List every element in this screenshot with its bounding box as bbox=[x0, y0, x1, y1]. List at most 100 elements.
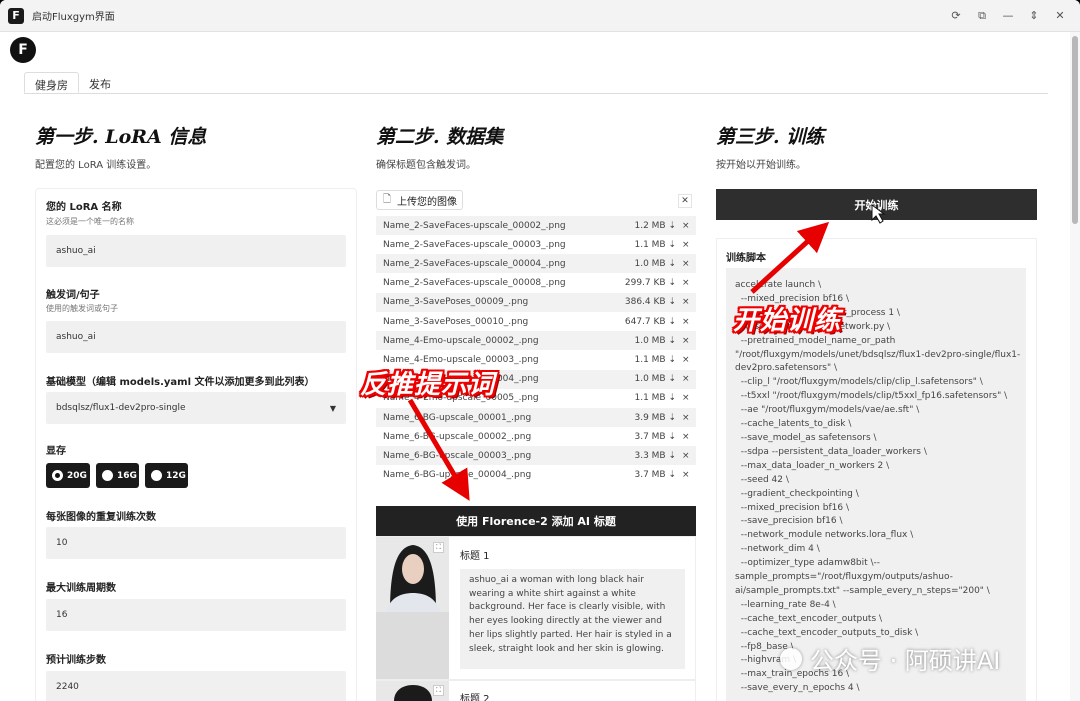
remove-file-icon[interactable]: × bbox=[682, 393, 696, 403]
app-window: F 启动Fluxgym界面 ⟳ ⧉ — ⇕ ✕ F 健身房 发布 第一步. Lo… bbox=[0, 0, 1080, 701]
tab-gym[interactable]: 健身房 bbox=[24, 72, 79, 93]
remove-file-icon[interactable]: × bbox=[682, 317, 696, 327]
chevron-down-icon: ▼ bbox=[329, 403, 336, 413]
step3-title: 第三步. 训练 bbox=[716, 126, 825, 148]
refresh-icon[interactable]: ⟳ bbox=[944, 9, 968, 22]
florence-caption-button[interactable]: 使用 Florence-2 添加 AI 标题 bbox=[376, 506, 696, 536]
file-size: 3.7 MB ⇣ bbox=[634, 431, 676, 442]
file-row[interactable]: Name_4-Emo-upscale_00002_.png 1.0 MB ⇣ × bbox=[376, 331, 696, 351]
file-size: 1.2 MB ⇣ bbox=[634, 220, 676, 231]
file-name: Name_2-SaveFaces-upscale_00002_.png bbox=[383, 220, 566, 231]
remove-file-icon[interactable]: × bbox=[682, 278, 696, 288]
vram-option-12g[interactable]: 12G bbox=[145, 463, 188, 488]
file-size: 1.0 MB ⇣ bbox=[634, 258, 676, 269]
remove-file-icon[interactable]: × bbox=[682, 259, 696, 269]
remove-file-icon[interactable]: × bbox=[682, 413, 696, 423]
file-size: 3.3 MB ⇣ bbox=[634, 450, 676, 461]
file-name: Name_4-Emo-upscale_00002_.png bbox=[383, 335, 539, 346]
radio-unselected-icon bbox=[102, 470, 113, 481]
remove-file-icon[interactable]: × bbox=[682, 221, 696, 231]
vram-option-16g[interactable]: 16G bbox=[96, 463, 139, 488]
radio-selected-icon bbox=[52, 470, 63, 481]
file-size: 1.1 MB ⇣ bbox=[634, 354, 676, 365]
file-name: Name_2-SaveFaces-upscale_00008_.png bbox=[383, 278, 566, 289]
file-row[interactable]: Name_6-BG-upscale_00002_.png 3.7 MB ⇣ × bbox=[376, 427, 696, 446]
lora-name-input[interactable]: ashuo_ai bbox=[46, 235, 346, 267]
file-row[interactable]: Name_6-BG-upscale_00004_.png 3.7 MB ⇣ × bbox=[376, 466, 696, 485]
file-row[interactable]: Name_3-SavePoses_00010_.png 647.7 KB ⇣ × bbox=[376, 312, 696, 331]
step2-header: 第二步. 数据集 确保标题包含触发词。 bbox=[376, 122, 698, 171]
file-name: Name_6-BG-upscale_00001_.png bbox=[383, 412, 532, 423]
file-row[interactable]: Name_6-BG-upscale_00001_.png 3.9 MB ⇣ × bbox=[376, 408, 696, 427]
radio-unselected-icon bbox=[151, 470, 162, 481]
file-row[interactable]: Name_6-BG-upscale_00003_.png 3.3 MB ⇣ × bbox=[376, 446, 696, 466]
vram-option-label: 16G bbox=[117, 470, 137, 481]
epochs-input[interactable]: 16 bbox=[46, 599, 346, 631]
image-thumbnail-1 bbox=[376, 537, 449, 679]
caption-2-label: 标题 2 bbox=[460, 694, 490, 701]
file-size: 1.1 MB ⇣ bbox=[634, 393, 676, 404]
file-row[interactable]: Name_2-SaveFaces-upscale_00004_.png 1.0 M… bbox=[376, 254, 696, 274]
vram-option-label: 12G bbox=[166, 470, 186, 481]
watermark: 公众号 · 阿硕讲AI bbox=[780, 641, 1000, 676]
step1-title: 第一步. LoRA 信息 bbox=[35, 126, 207, 148]
watermark-text: 公众号 · 阿硕讲AI bbox=[810, 647, 1001, 675]
file-size: 1.0 MB ⇣ bbox=[634, 335, 676, 346]
steps-label: 预计训练步数 bbox=[46, 655, 106, 666]
upload-images-button[interactable]: 🗋 上传您的图像 bbox=[376, 190, 463, 210]
remove-file-icon[interactable]: × bbox=[682, 432, 696, 442]
file-size: 299.7 KB ⇣ bbox=[624, 278, 676, 289]
file-name: Name_3-SavePoses_00010_.png bbox=[383, 316, 529, 327]
trigger-hint: 使用的触发词或句子 bbox=[46, 304, 118, 313]
file-name: Name_2-SaveFaces-upscale_00003_.png bbox=[383, 239, 566, 250]
annotation-start-training: 开始训练 bbox=[733, 306, 842, 336]
steps-input[interactable]: 2240 bbox=[46, 671, 346, 701]
tab-publish[interactable]: 发布 bbox=[79, 72, 121, 93]
repeats-input[interactable]: 10 bbox=[46, 527, 346, 559]
expand-icon[interactable]: ⛶ bbox=[433, 685, 444, 696]
remove-file-icon[interactable]: × bbox=[682, 451, 696, 461]
remove-file-icon[interactable]: × bbox=[682, 374, 696, 384]
file-name: Name_2-SaveFaces-upscale_00004_.png bbox=[383, 258, 566, 269]
title-bar: F 启动Fluxgym界面 ⟳ ⧉ — ⇕ ✕ bbox=[0, 0, 1080, 32]
trigger-label: 触发词/句子 bbox=[46, 290, 100, 301]
remove-file-icon[interactable]: × bbox=[682, 470, 696, 480]
base-model-value: bdsqlsz/flux1-dev2pro-single bbox=[56, 403, 186, 413]
base-model-select[interactable]: bdsqlsz/flux1-dev2pro-single ▼ bbox=[46, 392, 346, 424]
file-row[interactable]: Name_2-SaveFaces-upscale_00003_.png 1.1 M… bbox=[376, 235, 696, 254]
file-row[interactable]: Name_2-SaveFaces-upscale_00002_.png 1.2 M… bbox=[376, 216, 696, 235]
portrait-image bbox=[376, 537, 449, 679]
training-script-label: 训练脚本 bbox=[726, 253, 766, 264]
trigger-input[interactable]: ashuo_ai bbox=[46, 321, 346, 353]
clear-uploads-icon[interactable]: ✕ bbox=[678, 194, 692, 208]
file-row[interactable]: Name_3-SavePoses_00009_.png 386.4 KB ⇣ × bbox=[376, 292, 696, 312]
epochs-label: 最大训练周期数 bbox=[46, 583, 116, 594]
remove-file-icon[interactable]: × bbox=[682, 355, 696, 365]
lora-name-hint: 这必须是一个唯一的名称 bbox=[46, 217, 134, 226]
window-title: 启动Fluxgym界面 bbox=[32, 12, 115, 23]
app-icon: F bbox=[8, 7, 24, 24]
remove-file-icon[interactable]: × bbox=[682, 336, 696, 346]
file-row[interactable]: Name_2-SaveFaces-upscale_00008_.png 299.7… bbox=[376, 274, 696, 293]
caption-1-label: 标题 1 bbox=[460, 551, 490, 562]
step2-subtitle: 确保标题包含触发词。 bbox=[376, 160, 476, 171]
minimize-icon[interactable]: — bbox=[996, 9, 1020, 22]
scrollbar-thumb[interactable] bbox=[1072, 36, 1078, 224]
step2-title: 第二步. 数据集 bbox=[376, 126, 504, 148]
remove-file-icon[interactable]: × bbox=[682, 240, 696, 250]
remove-file-icon[interactable]: × bbox=[682, 297, 696, 307]
base-model-label: 基础模型（编辑 models.yaml 文件以添加更多到此列表） bbox=[46, 377, 315, 388]
resize-icon[interactable]: ⇕ bbox=[1022, 9, 1046, 22]
close-icon[interactable]: ✕ bbox=[1048, 9, 1072, 22]
repeats-label: 每张图像的重复训练次数 bbox=[46, 512, 156, 523]
file-size: 3.9 MB ⇣ bbox=[634, 412, 676, 423]
vram-option-label: 20G bbox=[67, 470, 87, 481]
file-name: Name_6-BG-upscale_00003_.png bbox=[383, 450, 532, 461]
step3-subtitle: 按开始以开始训练。 bbox=[716, 160, 806, 171]
start-training-button[interactable]: 开始训练 bbox=[716, 189, 1037, 220]
open-external-icon[interactable]: ⧉ bbox=[970, 9, 994, 23]
file-name: Name_6-BG-upscale_00002_.png bbox=[383, 431, 532, 442]
vram-option-20g[interactable]: 20G bbox=[46, 463, 90, 488]
caption-1-textarea[interactable]: ashuo_ai a woman with long black hair we… bbox=[460, 569, 685, 669]
expand-icon[interactable]: ⛶ bbox=[433, 542, 444, 553]
